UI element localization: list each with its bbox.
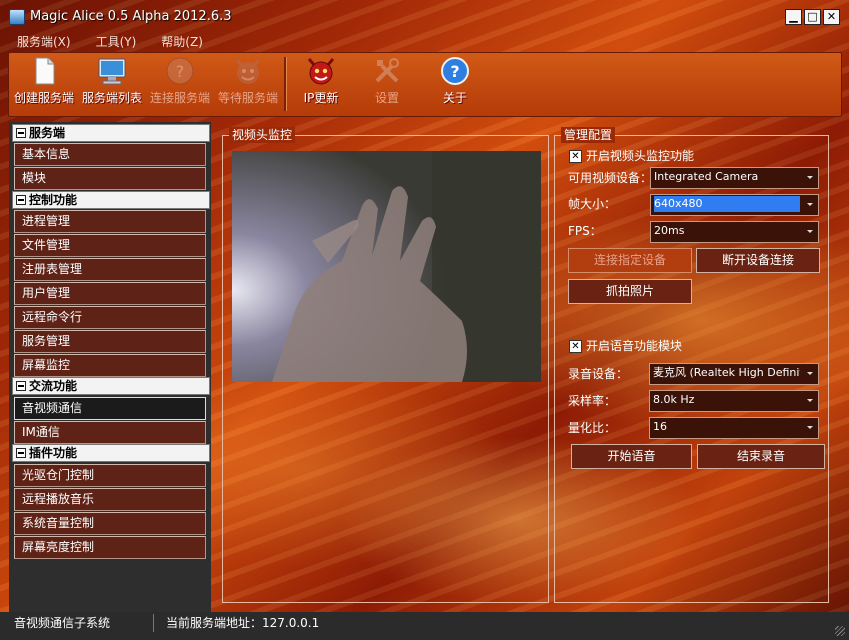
toolbar: 创建服务端 服务端列表 ? 连接服务端 等待服务端 IP更新 设置 ? 关于 bbox=[8, 52, 842, 117]
camera-enable-label: 开启视频头监控功能 bbox=[586, 149, 695, 163]
camera-view bbox=[232, 151, 541, 382]
app-icon bbox=[9, 9, 25, 25]
status-divider bbox=[153, 614, 154, 632]
sidebar-item-im[interactable]: IM通信 bbox=[14, 421, 206, 444]
connect-server-button[interactable]: ? 连接服务端 bbox=[145, 53, 215, 116]
connect-device-button[interactable]: 连接指定设备 bbox=[568, 248, 692, 273]
server-list-button[interactable]: 服务端列表 bbox=[77, 53, 147, 116]
stop-record-button[interactable]: 结束录音 bbox=[697, 444, 825, 469]
menu-tools[interactable]: 工具(Y) bbox=[79, 33, 145, 51]
voice-enable-label: 开启语音功能模块 bbox=[586, 339, 683, 353]
collapse-icon[interactable] bbox=[16, 381, 26, 391]
tool-label: 连接服务端 bbox=[149, 91, 210, 105]
rec-device-select[interactable]: 麦克风 (Realtek High Definition bbox=[649, 363, 819, 385]
menu-server[interactable]: 服务端(X) bbox=[0, 33, 79, 51]
bits-select[interactable]: 16 bbox=[649, 417, 819, 439]
document-icon bbox=[35, 57, 55, 85]
collapse-icon[interactable] bbox=[16, 195, 26, 205]
fps-label: FPS： bbox=[568, 224, 602, 238]
video-pane-title: 视频头监控 bbox=[229, 127, 296, 143]
settings-button[interactable]: 设置 bbox=[352, 53, 422, 116]
chevron-down-icon bbox=[807, 203, 813, 206]
title-bar: Magic Alice 0.5 Alpha 2012.6.3 ▁ □ ✕ bbox=[0, 0, 849, 32]
collapse-icon[interactable] bbox=[16, 128, 26, 138]
fps-select[interactable]: 20ms bbox=[650, 221, 819, 243]
tool-label: 等待服务端 bbox=[217, 91, 278, 105]
chevron-down-icon bbox=[807, 176, 813, 179]
section-server[interactable]: 服务端 bbox=[12, 124, 210, 142]
sidebar-item-services[interactable]: 服务管理 bbox=[14, 330, 206, 353]
voice-enable-checkbox[interactable]: ✕ bbox=[569, 340, 582, 353]
minimize-button[interactable]: ▁ bbox=[785, 9, 802, 25]
disconnect-device-button[interactable]: 断开设备连接 bbox=[696, 248, 820, 273]
tool-label: 创建服务端 bbox=[13, 91, 74, 105]
maximize-button[interactable]: □ bbox=[804, 9, 821, 25]
sidebar-item-remote-shell[interactable]: 远程命令行 bbox=[14, 306, 206, 329]
chevron-down-icon bbox=[807, 399, 813, 402]
tools-icon bbox=[375, 58, 399, 83]
sidebar-item-modules[interactable]: 模块 bbox=[14, 167, 206, 190]
svg-text:?: ? bbox=[450, 62, 459, 81]
snapshot-button[interactable]: 抓拍照片 bbox=[568, 279, 692, 304]
sidebar-item-brightness[interactable]: 屏幕亮度控制 bbox=[14, 536, 206, 559]
section-communication[interactable]: 交流功能 bbox=[12, 377, 210, 395]
devil-icon bbox=[307, 58, 335, 85]
resize-grip-icon[interactable] bbox=[835, 626, 845, 636]
sample-rate-select[interactable]: 8.0k Hz bbox=[649, 390, 819, 412]
sidebar-item-screen-monitor[interactable]: 屏幕监控 bbox=[14, 354, 206, 377]
status-module: 音视频通信子系统 bbox=[14, 616, 111, 630]
sidebar-item-av-comm[interactable]: 音视频通信 bbox=[14, 397, 206, 420]
chevron-down-icon bbox=[807, 372, 813, 375]
menu-help[interactable]: 帮助(Z) bbox=[144, 33, 211, 51]
camera-device-select[interactable]: Integrated Camera bbox=[650, 167, 819, 189]
sidebar-item-process[interactable]: 进程管理 bbox=[14, 210, 206, 233]
sidebar-item-users[interactable]: 用户管理 bbox=[14, 282, 206, 305]
rec-device-label: 录音设备： bbox=[568, 367, 629, 381]
status-bar: 音视频通信子系统 当前服务端地址：127.0.0.1 bbox=[0, 612, 849, 640]
device-label: 可用视频设备： bbox=[568, 171, 653, 185]
ip-update-button[interactable]: IP更新 bbox=[286, 53, 356, 116]
collapse-icon[interactable] bbox=[16, 448, 26, 458]
tool-label: 服务端列表 bbox=[81, 91, 142, 105]
frame-size-select[interactable]: 640x480 bbox=[650, 194, 819, 216]
wait-server-button[interactable]: 等待服务端 bbox=[213, 53, 283, 116]
create-server-button[interactable]: 创建服务端 bbox=[9, 53, 79, 116]
help-icon: ? bbox=[441, 57, 469, 85]
sample-rate-label: 采样率： bbox=[568, 394, 617, 408]
sidebar-item-remote-music[interactable]: 远程播放音乐 bbox=[14, 488, 206, 511]
section-control[interactable]: 控制功能 bbox=[12, 191, 210, 209]
close-button[interactable]: ✕ bbox=[823, 9, 840, 25]
sidebar-item-files[interactable]: 文件管理 bbox=[14, 234, 206, 257]
menu-bar: 服务端(X) 工具(Y) 帮助(Z) bbox=[0, 33, 211, 51]
tool-label: 关于 bbox=[442, 91, 467, 105]
about-button[interactable]: ? 关于 bbox=[420, 53, 490, 116]
app-window: Magic Alice 0.5 Alpha 2012.6.3 ▁ □ ✕ 服务端… bbox=[0, 0, 849, 640]
bits-label: 量化比： bbox=[568, 421, 617, 435]
config-pane-title: 管理配置 bbox=[561, 127, 616, 143]
section-plugins[interactable]: 插件功能 bbox=[12, 444, 210, 462]
status-server-address: 当前服务端地址：127.0.0.1 bbox=[166, 616, 320, 630]
svg-text:?: ? bbox=[176, 62, 185, 81]
monitor-icon bbox=[98, 58, 126, 85]
chevron-down-icon bbox=[807, 230, 813, 233]
sidebar-item-basic-info[interactable]: 基本信息 bbox=[14, 143, 206, 166]
start-voice-button[interactable]: 开始语音 bbox=[571, 444, 692, 469]
frame-label: 帧大小： bbox=[568, 197, 617, 211]
sidebar-item-volume[interactable]: 系统音量控制 bbox=[14, 512, 206, 535]
window-title: Magic Alice 0.5 Alpha 2012.6.3 bbox=[30, 9, 232, 24]
tool-label: IP更新 bbox=[303, 91, 339, 105]
question-icon: ? bbox=[166, 57, 194, 85]
sidebar: 服务端 基本信息 模块 控制功能 进程管理 文件管理 注册表管理 用户管理 远程… bbox=[9, 122, 211, 612]
tool-label: 设置 bbox=[374, 91, 399, 105]
camera-enable-checkbox[interactable]: ✕ bbox=[569, 150, 582, 163]
chevron-down-icon bbox=[807, 426, 813, 429]
devil-icon bbox=[235, 59, 261, 84]
sidebar-item-cdrom[interactable]: 光驱仓门控制 bbox=[14, 464, 206, 487]
sidebar-item-registry[interactable]: 注册表管理 bbox=[14, 258, 206, 281]
